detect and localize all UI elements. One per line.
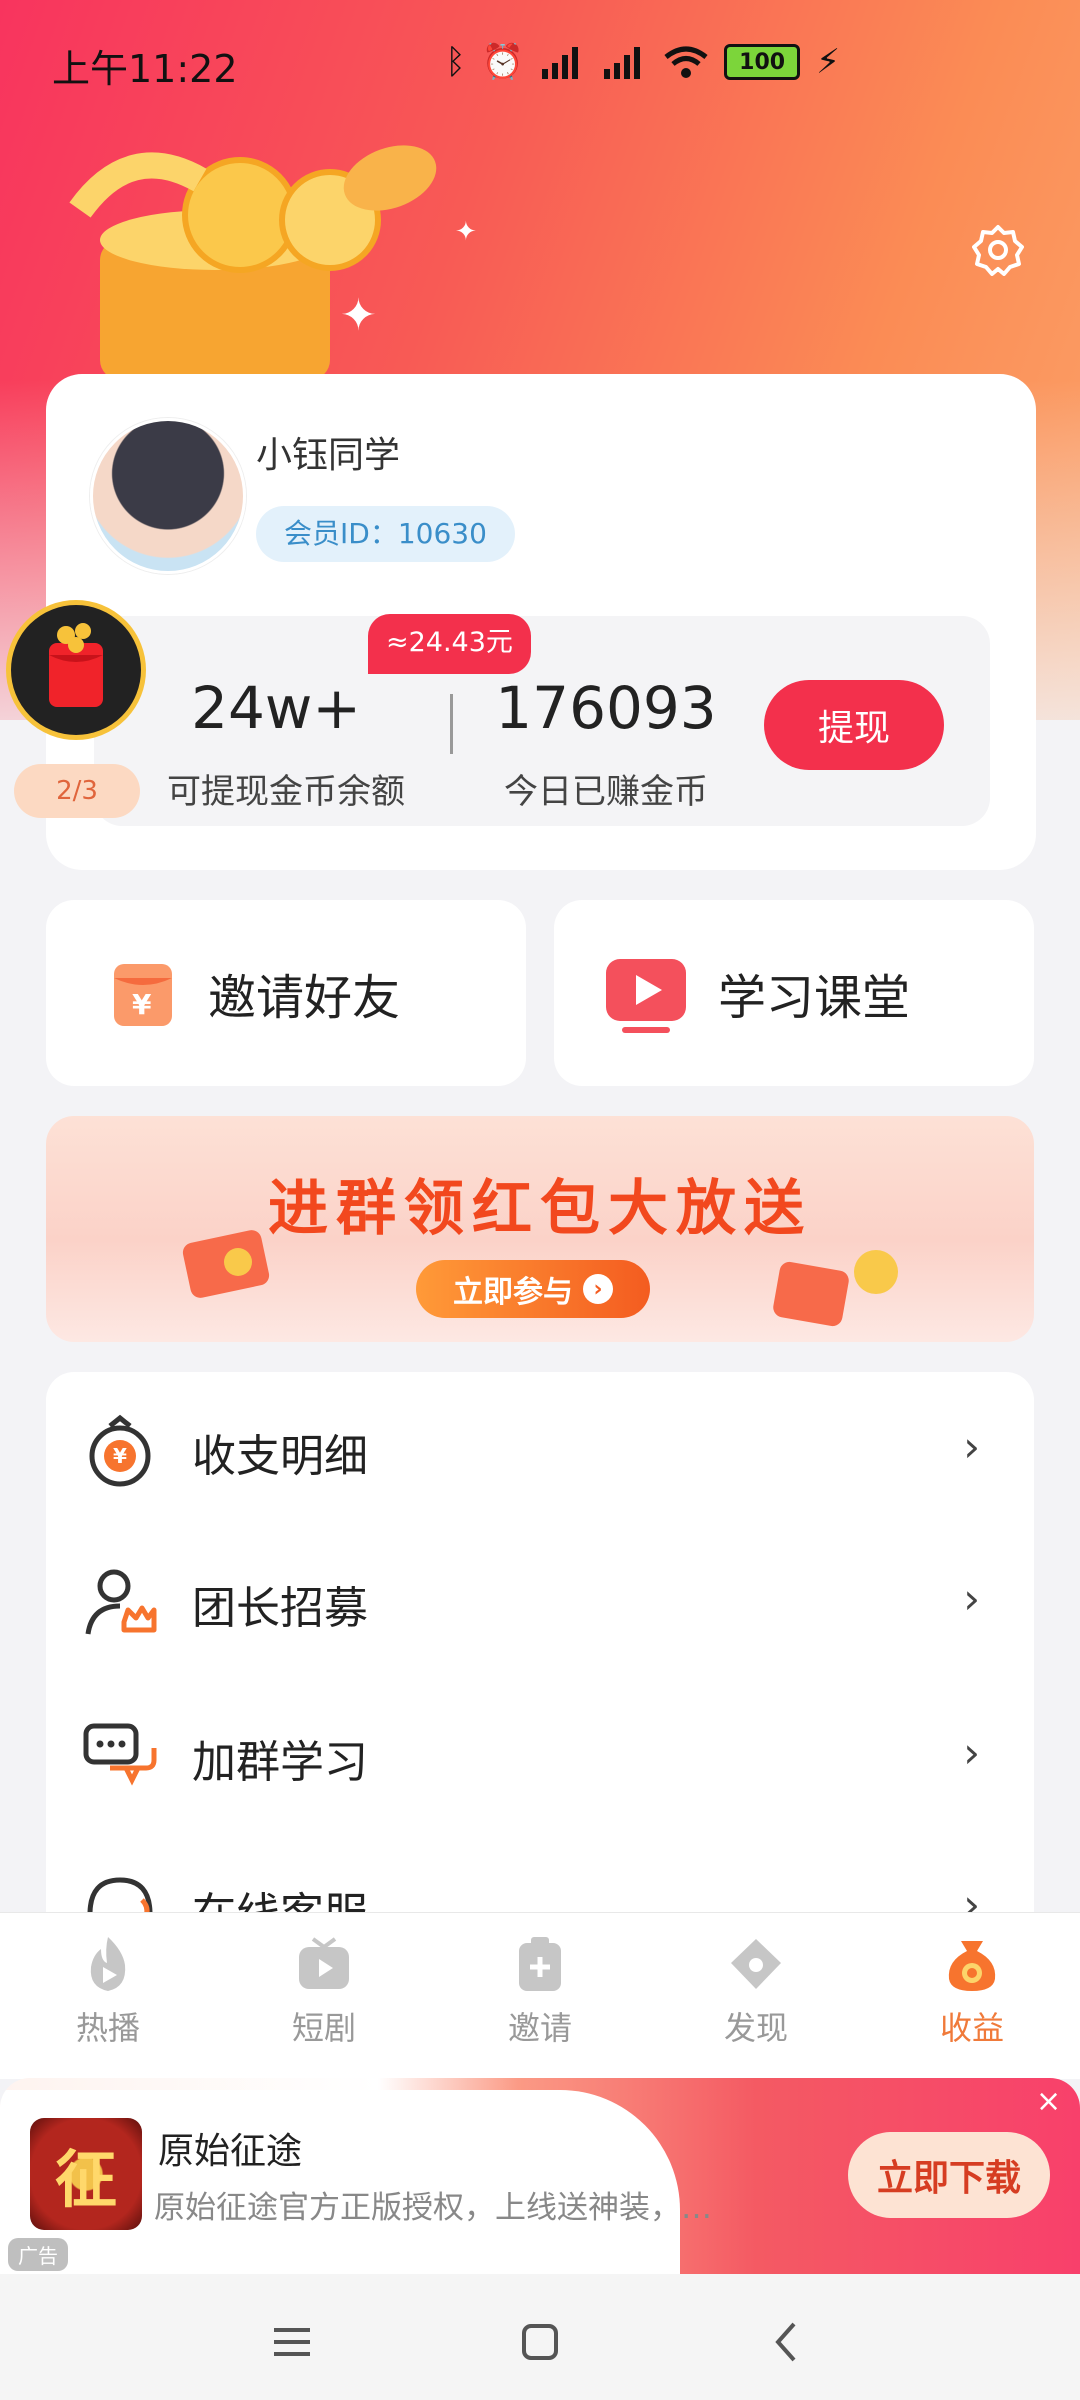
profile-card: 小钰同学 会员ID：10630 ≈24.43元 24w+ 可提现金币余额 176…: [46, 374, 1036, 870]
banner-title: 进群领红包大放送: [268, 1174, 812, 1244]
signal-icon-2: [604, 47, 641, 79]
rmb-equivalent-badge: ≈24.43元: [368, 614, 531, 674]
nav-hot[interactable]: 热播: [28, 1935, 188, 2049]
avatar[interactable]: [90, 418, 246, 574]
yuan-bag-icon: ¥: [89, 1414, 151, 1487]
study-class-card[interactable]: 学习课堂: [554, 900, 1034, 1086]
nav-earnings[interactable]: 收益: [892, 1935, 1052, 2049]
chevron-right-icon: ›: [963, 1574, 980, 1623]
menu-list: ¥ 收支明细 › 团长招募 › 加群学习 › 在线客服 ›: [46, 1372, 1034, 1912]
chevron-right-icon: ›: [963, 1422, 980, 1471]
play-video-icon: [606, 959, 686, 1033]
svg-text:✦: ✦: [340, 290, 377, 341]
withdrawable-stat: 24w+: [156, 674, 396, 742]
nav-invite[interactable]: 邀请: [460, 1935, 620, 2049]
banner-join-button[interactable]: 立即参与 ›: [416, 1260, 650, 1318]
signal-icon: [542, 47, 579, 79]
redpacket-progress[interactable]: 2/3: [14, 764, 140, 818]
headset-icon: [87, 1877, 153, 1912]
today-stat: 176093: [486, 674, 726, 742]
nav-label: 邀请: [507, 2009, 572, 2047]
bluetooth-icon: ᛒ: [445, 42, 466, 82]
status-icons: ᛒ ⏰ 100 ⚡: [445, 42, 840, 82]
red-envelope-icon: [49, 623, 103, 707]
battery-icon: 100: [724, 44, 801, 80]
ad-game-thumbnail[interactable]: 征: [30, 2118, 142, 2230]
nav-label: 热播: [75, 2009, 140, 2047]
study-class-label: 学习课堂: [718, 970, 911, 1026]
username: 小钰同学: [256, 435, 401, 476]
gear-icon: [972, 225, 1024, 276]
charging-icon: ⚡: [816, 42, 840, 82]
home-square-icon[interactable]: [510, 2312, 570, 2372]
system-nav-bar: [0, 2274, 1080, 2400]
chevron-right-icon: ›: [963, 1880, 980, 1912]
nav-label: 短剧: [291, 2009, 356, 2047]
today-label: 今日已赚金币: [504, 772, 708, 812]
menu-label: 收支明细: [192, 1431, 368, 1482]
svg-text:¥: ¥: [113, 1444, 127, 1468]
ad-download-button[interactable]: 立即下载: [848, 2132, 1050, 2218]
nav-short-drama[interactable]: 短剧: [244, 1935, 404, 2049]
banner-join-label: 立即参与: [453, 1275, 573, 1310]
status-time: 上午11:22: [52, 47, 238, 91]
back-icon[interactable]: [758, 2312, 818, 2372]
withdrawable-value: 24w+: [191, 674, 361, 742]
ad-title: 原始征途: [158, 2131, 303, 2172]
menu-item-income-details[interactable]: ¥ 收支明细 ›: [46, 1372, 1034, 1522]
join-group-banner[interactable]: 进群领红包大放送 立即参与 ›: [46, 1116, 1034, 1342]
menu-label: 在线客服: [192, 1878, 368, 1912]
ad-banner[interactable]: 征 原始征途 原始征途官方正版授权，上线送神装，… 广告 立即下载 ×: [0, 2078, 1080, 2274]
tv-icon: [299, 1937, 349, 1989]
menu-item-group-study[interactable]: 加群学习 ›: [46, 1678, 1034, 1828]
nav-label: 收益: [939, 2009, 1004, 2047]
member-id-badge: 会员ID：10630: [256, 506, 515, 562]
settings-button[interactable]: [970, 222, 1026, 278]
nav-discover[interactable]: 发现: [676, 1935, 836, 2049]
close-icon[interactable]: ×: [1036, 2084, 1061, 2119]
chevron-right-icon: ›: [963, 1728, 980, 1777]
wifi-icon: [664, 46, 708, 78]
invite-friends-card[interactable]: ¥ 邀请好友: [46, 900, 526, 1086]
coins-decor-icon: [773, 1250, 898, 1327]
withdrawable-label: 可提现金币余额: [167, 772, 405, 812]
ad-tag: 广告: [8, 2238, 68, 2271]
chat-bubbles-icon: [83, 1723, 157, 1786]
user-crown-icon: [85, 1569, 157, 1635]
menu-label: 加群学习: [192, 1737, 368, 1788]
status-bar: 上午11:22 ᛒ ⏰ 100 ⚡: [0, 0, 1080, 120]
floating-redpacket[interactable]: [6, 600, 146, 740]
menu-item-online-support[interactable]: 在线客服 ›: [46, 1830, 1034, 1912]
menu-icon[interactable]: [262, 2312, 322, 2372]
menu-item-leader-recruit[interactable]: 团长招募 ›: [46, 1524, 1034, 1674]
svg-text:¥: ¥: [132, 988, 152, 1021]
flame-play-icon: [90, 1937, 126, 1991]
bottom-nav: 热播 短剧 邀请 发现 收益: [0, 1912, 1080, 2079]
invite-icon: ¥: [114, 964, 172, 1026]
menu-label: 团长招募: [192, 1583, 368, 1634]
today-label-wrap: 今日已赚金币: [486, 758, 726, 813]
stat-divider: [450, 694, 453, 754]
house-icon: [731, 1939, 781, 1989]
withdrawable-label-wrap: 可提现金币余额: [156, 758, 416, 813]
withdraw-button[interactable]: 提现: [764, 680, 944, 770]
svg-text:✦: ✦: [455, 217, 477, 247]
coins-treasure-icon: ✦ ✦ ✦: [69, 145, 477, 380]
invite-friends-label: 邀请好友: [208, 970, 401, 1026]
arrow-circle-icon: ›: [583, 1274, 613, 1304]
alarm-icon: ⏰: [481, 42, 525, 82]
today-value: 176093: [495, 674, 717, 742]
nav-label: 发现: [723, 2009, 788, 2047]
clipboard-plus-icon: [519, 1937, 561, 1991]
ad-description: 原始征途官方正版授权，上线送神装，…: [154, 2190, 712, 2226]
money-bag-icon: [948, 1941, 996, 1991]
